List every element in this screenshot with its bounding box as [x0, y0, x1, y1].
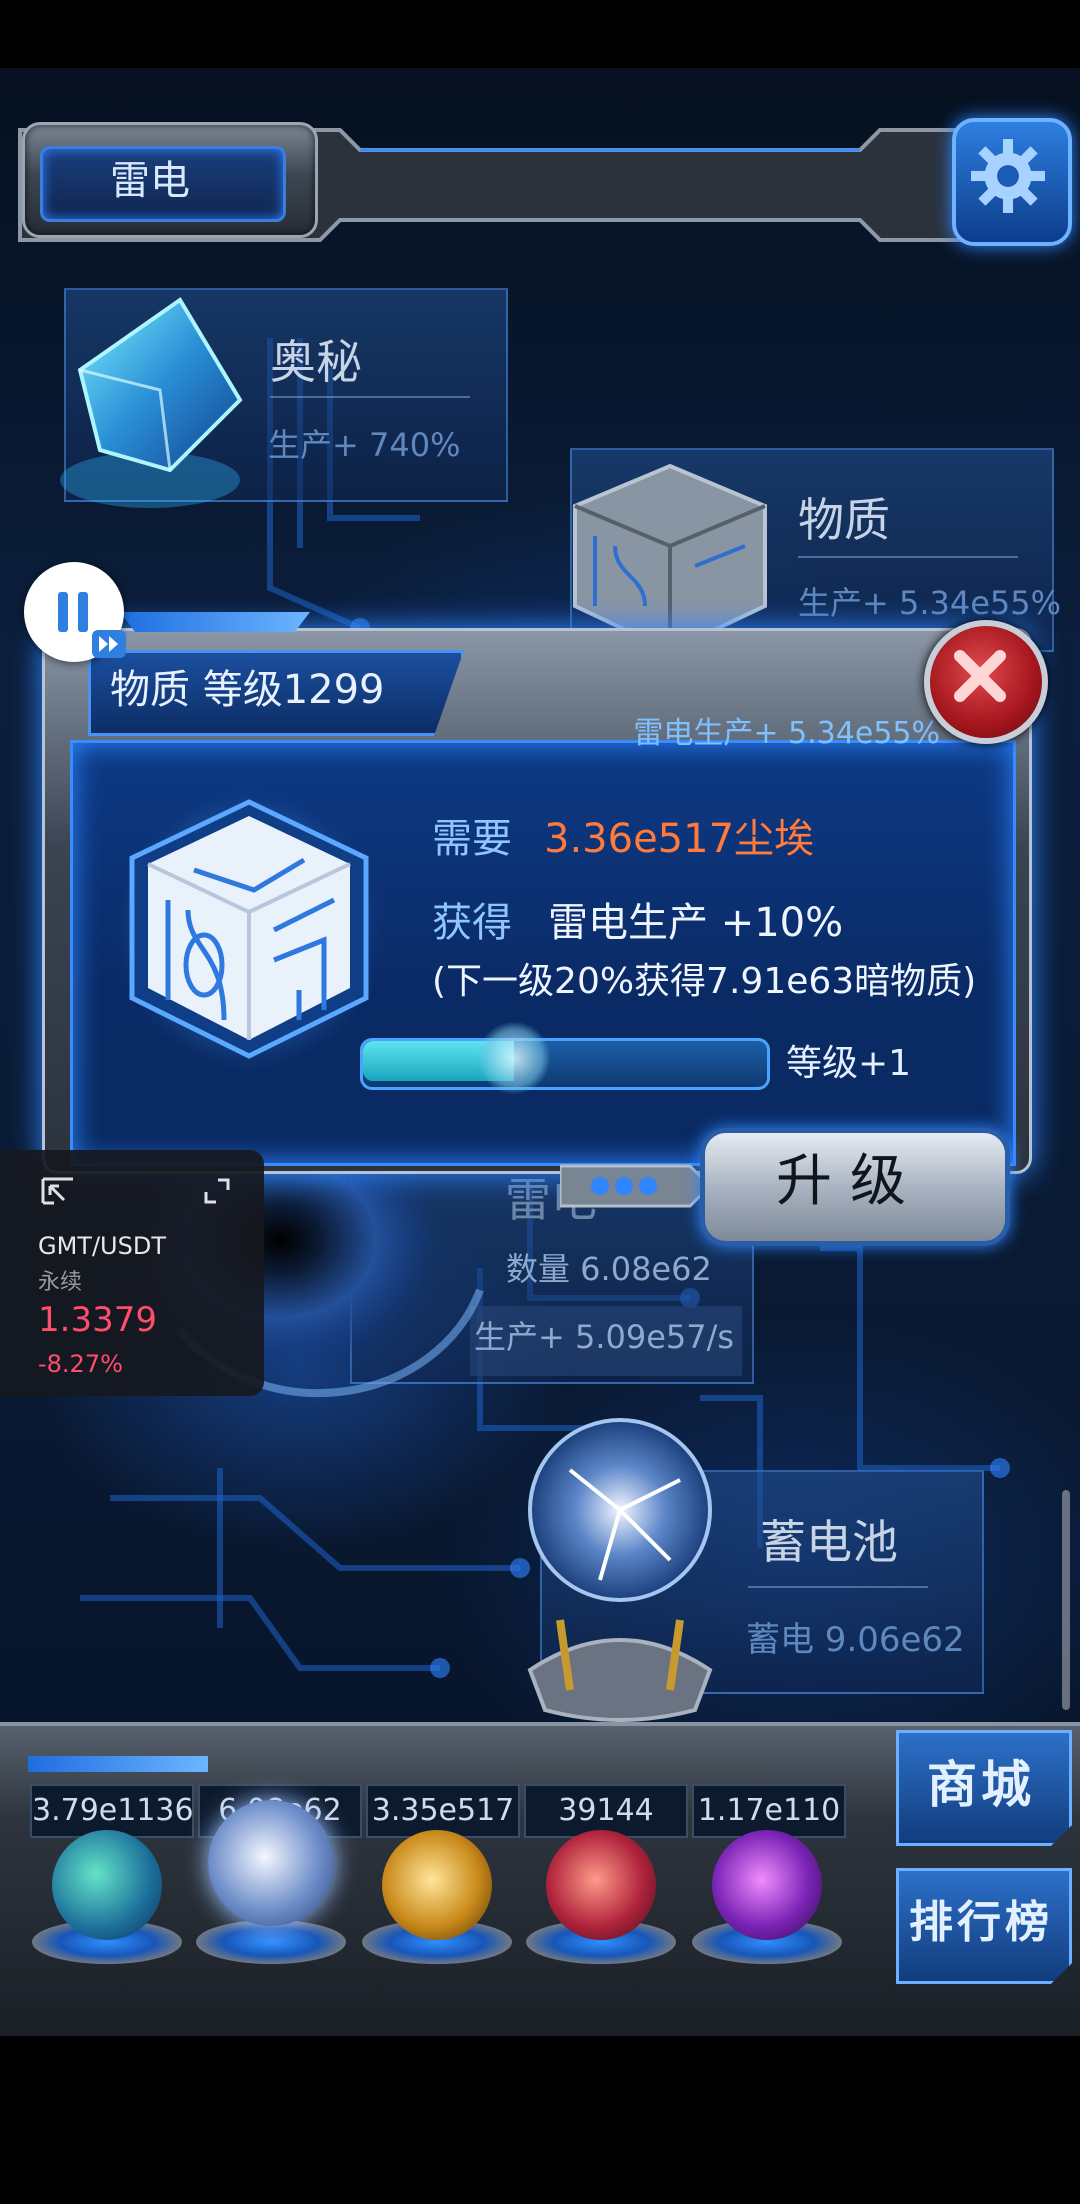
button-bracket-decoration: [560, 1164, 713, 1208]
card-arcane-title: 奥秘: [270, 335, 362, 389]
plasma-battery-icon: [527, 1418, 713, 1722]
expand-icon[interactable]: [204, 1178, 230, 1204]
card-battery-charge: 蓄电 9.06e62: [746, 1620, 965, 1660]
matter-cube-icon: [109, 782, 389, 1078]
level-step-label: 等级+1: [786, 1043, 912, 1084]
dialog-production: 雷电生产+ 5.34e55%: [633, 716, 940, 751]
ranking-button-label: 排行榜: [909, 1897, 1053, 1948]
need-value: 3.36e517尘埃: [544, 816, 815, 862]
close-icon: [954, 650, 1006, 702]
gain-label: 获得: [432, 900, 512, 946]
atom-orb-icon[interactable]: [52, 1830, 162, 1940]
gain-value: 雷电生产 +10%: [548, 900, 844, 946]
card-battery-title: 蓄电池: [760, 1515, 898, 1569]
dialog-title: 物质 等级1299: [110, 667, 385, 713]
ticker-symbol: GMT/USDT: [38, 1232, 166, 1260]
card-matter-production: 生产+ 5.34e55%: [798, 584, 1062, 622]
shop-button-label: 商城: [927, 1756, 1035, 1814]
matter-cube-icon: [573, 463, 767, 654]
bottom-panel-stripe: [28, 1756, 208, 1772]
arcane-crystal-icon: [60, 297, 243, 508]
fast-forward-icon: [92, 630, 126, 658]
card-divider: [798, 556, 1018, 558]
lightning-orb-icon[interactable]: [208, 1800, 334, 1926]
card-divider: [748, 1586, 928, 1588]
ticker-price: 1.3379: [38, 1300, 157, 1340]
ticker-change: -8.27%: [38, 1350, 123, 1378]
dark-matter-orb-icon[interactable]: [712, 1830, 822, 1940]
brain-orb-icon[interactable]: [546, 1830, 656, 1940]
ticker-type: 永续: [38, 1270, 83, 1295]
gear-icon: [971, 139, 1045, 213]
collapse-icon[interactable]: [40, 1176, 76, 1206]
card-divider: [270, 396, 470, 398]
dialog-top-stripe: [120, 612, 310, 632]
card-arcane-production: 生产+ 740%: [268, 426, 461, 464]
region-title: 雷电: [110, 158, 190, 204]
dust-orb-icon[interactable]: [382, 1830, 492, 1940]
pause-icon: [58, 592, 88, 632]
card-thunder-amount: 数量 6.08e62: [506, 1250, 712, 1288]
slider-thumb[interactable]: [478, 1022, 551, 1094]
need-label: 需要: [432, 816, 512, 862]
upgrade-button-label: 升级: [776, 1149, 924, 1214]
scrollbar[interactable]: [1062, 1490, 1070, 1710]
orb-pedestal: [196, 1920, 346, 1964]
upgrade-note: (下一级20%获得7.91e63暗物质): [432, 961, 977, 1002]
card-matter-title: 物质: [798, 493, 890, 547]
